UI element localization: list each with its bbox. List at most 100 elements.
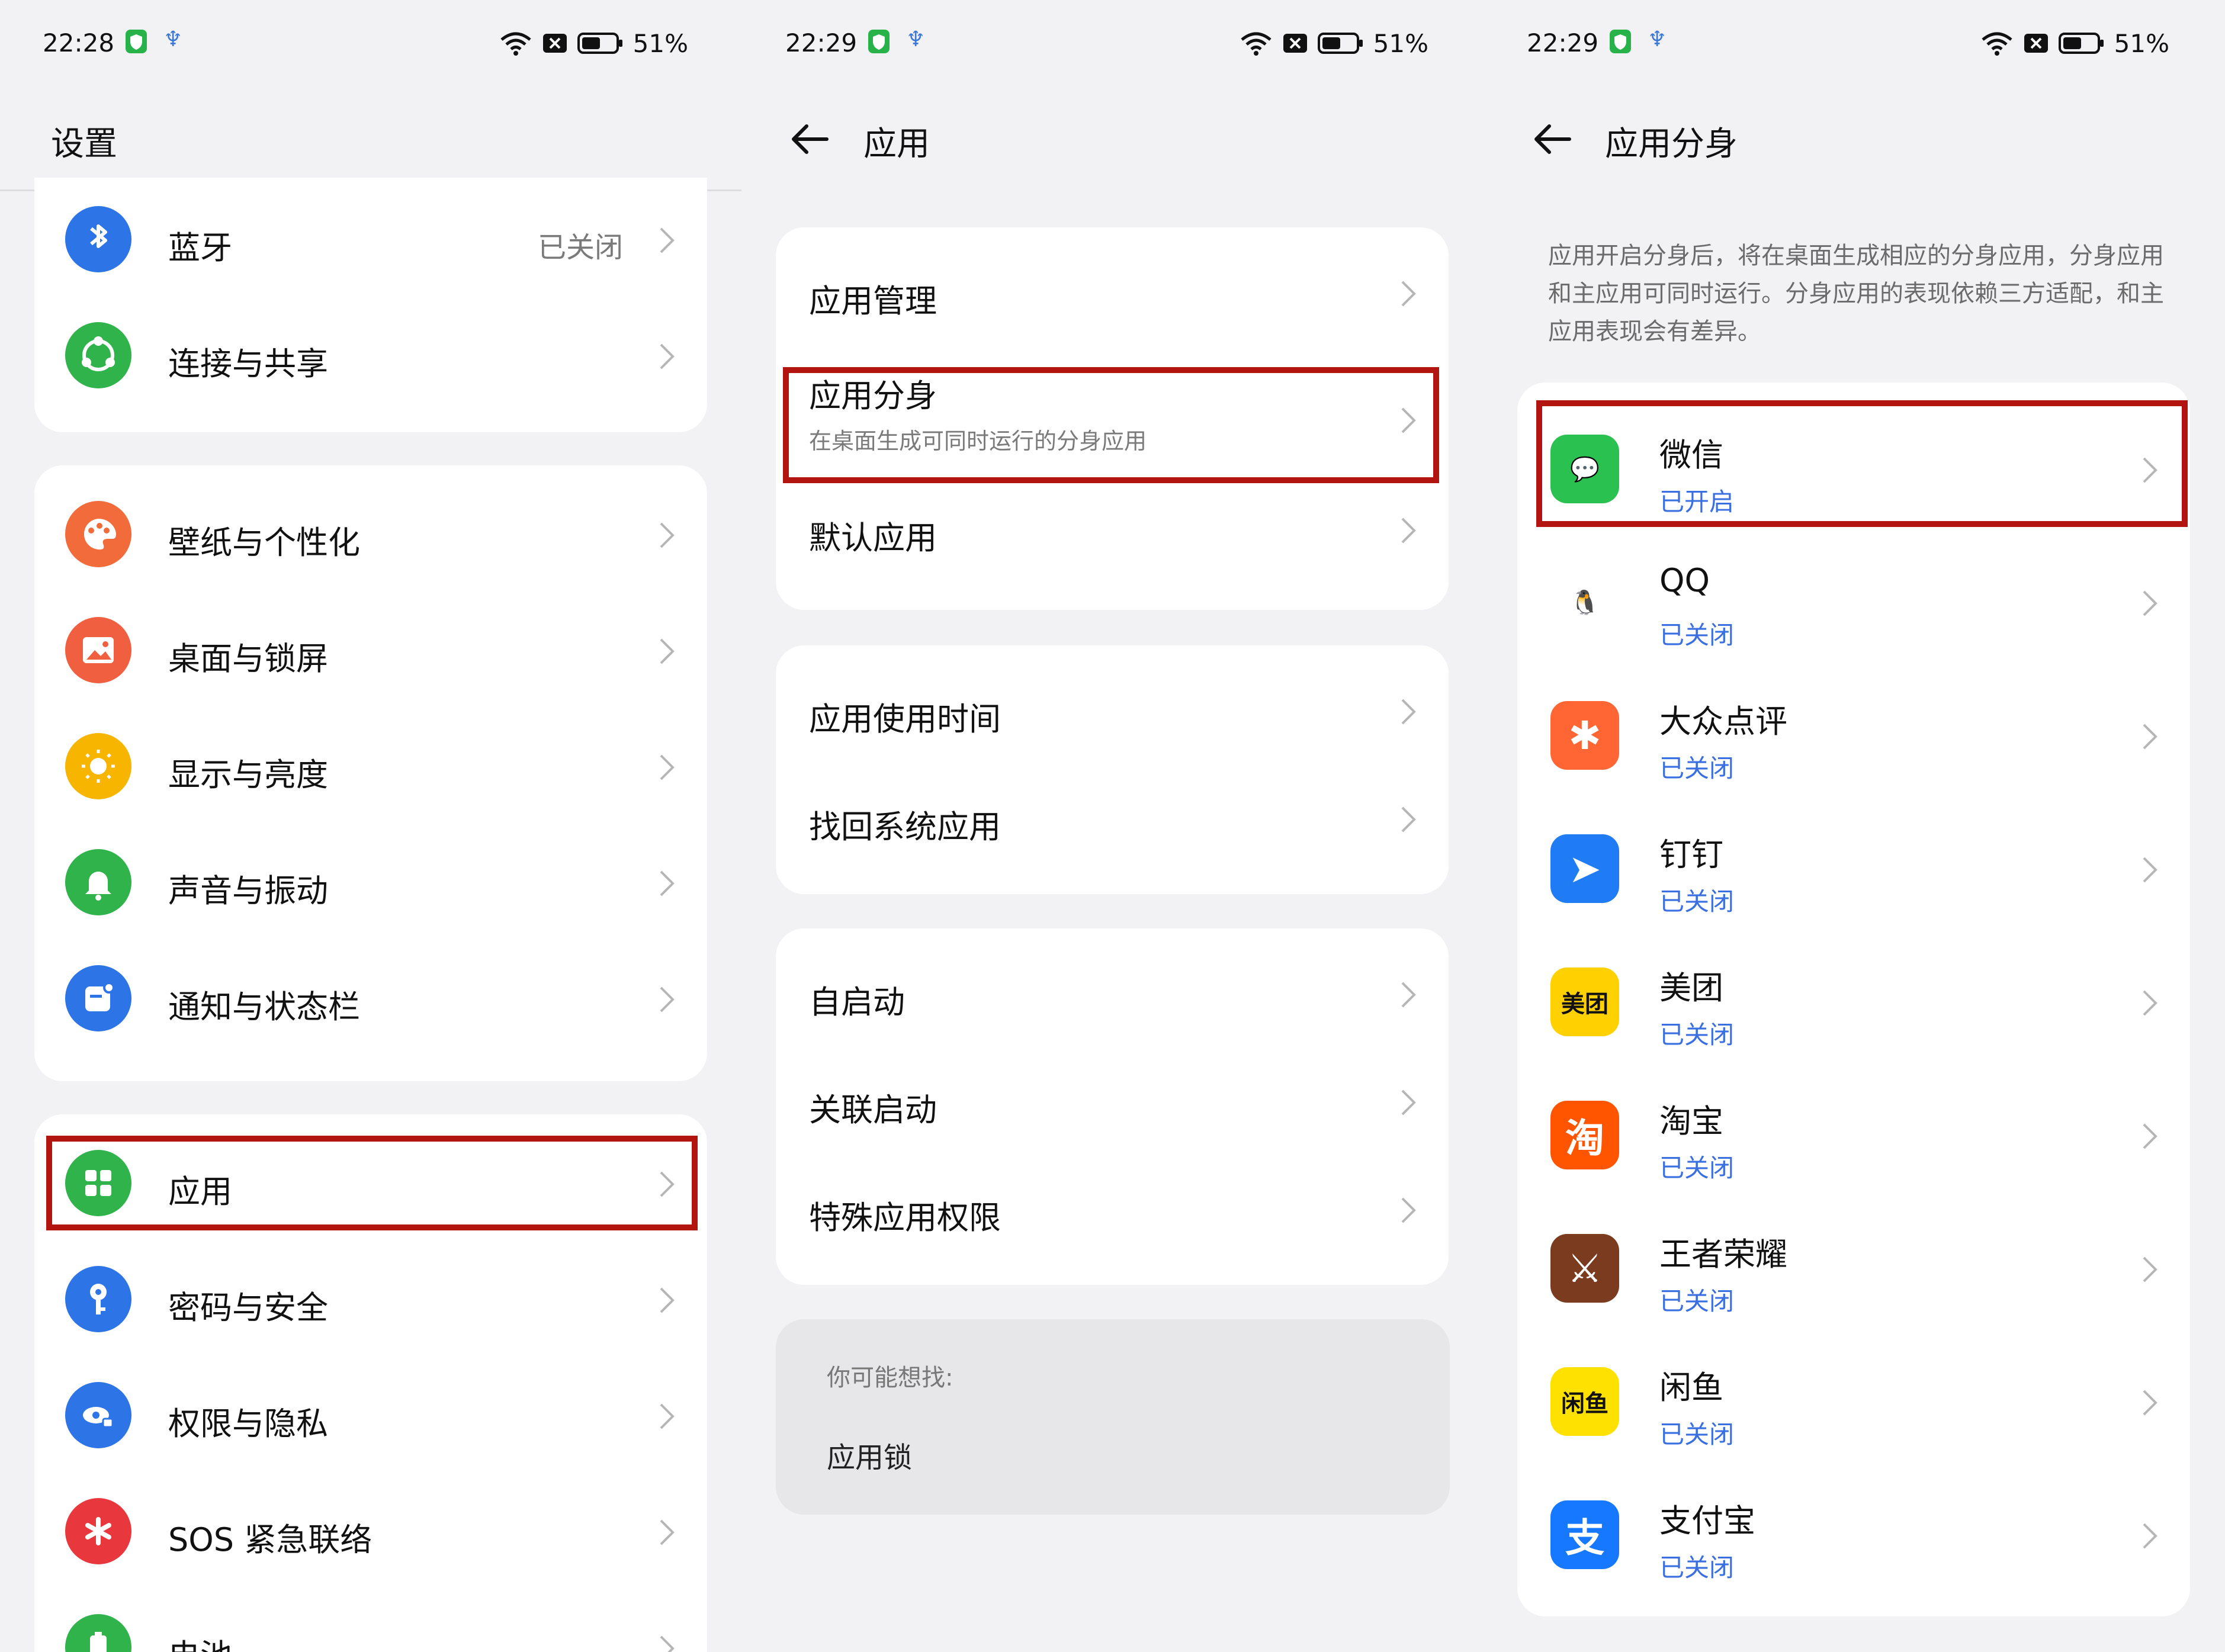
clone-app-list: 💬 微信 已开启 🐧 QQ 已关闭 ✱ 大众点评 已关闭 ➤ 钉钉 已关闭 美团 美团 已关闭淘淘宝 已关闭 ⚔… bbox=[1517, 383, 2190, 1616]
menu-item-auto-start[interactable]: 自启动 bbox=[776, 958, 1449, 1041]
settings-group-personalization: 壁纸与个性化 桌面与锁屏 显示与亮度 声音与振动 通知与状态栏 bbox=[34, 465, 707, 1081]
clone-app-item[interactable]: 🐧 QQ 已关闭 bbox=[1517, 539, 2190, 673]
chevron-right-icon bbox=[660, 1635, 675, 1652]
wifi-icon bbox=[1982, 32, 2012, 56]
settings-item-password-security[interactable]: 密码与安全 bbox=[34, 1261, 707, 1337]
menu-item-recover-system-apps[interactable]: 找回系统应用 bbox=[776, 783, 1449, 866]
chevron-right-icon bbox=[660, 1403, 675, 1429]
clone-app-status: 已关闭 bbox=[1659, 754, 1735, 783]
chevron-right-icon bbox=[660, 1287, 675, 1313]
chevron-right-icon bbox=[1401, 1197, 1416, 1223]
palette-icon bbox=[65, 501, 131, 567]
battery-icon bbox=[1317, 33, 1363, 54]
title-bar: 设置 bbox=[0, 101, 741, 178]
settings-item-battery[interactable]: 电池 bbox=[34, 1609, 707, 1652]
menu-item-label: 特殊应用权限 bbox=[809, 1199, 1001, 1236]
clone-app-item[interactable]: ✱ 大众点评 已关闭 bbox=[1517, 673, 2190, 806]
settings-item-label: 权限与隐私 bbox=[168, 1405, 328, 1442]
chevron-right-icon bbox=[2143, 1123, 2157, 1149]
suggestion-item-app-lock[interactable]: 应用锁 bbox=[827, 1434, 912, 1476]
image-icon bbox=[65, 617, 131, 683]
status-bar: 22:29 ♆ 51% bbox=[741, 0, 1483, 89]
settings-item-label: 电池 bbox=[168, 1629, 232, 1652]
title-bar: 应用 bbox=[741, 101, 1483, 178]
menu-item-label: 应用使用时间 bbox=[809, 700, 1001, 738]
bell-icon bbox=[65, 849, 131, 915]
clone-app-name: 闲鱼 bbox=[1659, 1369, 1723, 1406]
app-clone-panel: 22:29 ♆ 51% 应用分身 应用开启分身后，将在桌面生成相应的分身应用，分… bbox=[1483, 0, 2225, 1652]
chevron-right-icon bbox=[1401, 699, 1416, 725]
clone-app-name: 大众点评 bbox=[1659, 703, 1787, 740]
settings-item-notification-statusbar[interactable]: 通知与状态栏 bbox=[34, 960, 707, 1036]
status-time: 22:29 bbox=[785, 28, 858, 57]
shield-notification-icon bbox=[868, 30, 890, 53]
chevron-right-icon bbox=[660, 986, 675, 1013]
clone-app-name: QQ bbox=[1659, 562, 1710, 599]
chevron-right-icon bbox=[660, 227, 675, 253]
clone-app-item[interactable]: 支 支付宝 已关闭 bbox=[1517, 1472, 2190, 1605]
suggestion-heading: 你可能想找: bbox=[827, 1364, 953, 1391]
alipay-icon: 支 bbox=[1550, 1500, 1619, 1569]
sos-icon bbox=[65, 1498, 131, 1564]
settings-item-wallpaper[interactable]: 壁纸与个性化 bbox=[34, 496, 707, 572]
clone-app-item[interactable]: ⚔ 王者荣耀已关闭 bbox=[1517, 1206, 2190, 1339]
settings-item-label: 连接与共享 bbox=[168, 345, 328, 383]
settings-item-label: 密码与安全 bbox=[168, 1289, 328, 1326]
clone-app-status: 已关闭 bbox=[1659, 1287, 1735, 1316]
clone-app-status: 已关闭 bbox=[1659, 887, 1735, 916]
taobao-icon: 淘 bbox=[1550, 1101, 1619, 1169]
settings-item-desktop-lockscreen[interactable]: 桌面与锁屏 bbox=[34, 612, 707, 688]
apps-panel: 22:29 ♆ 51% 应用 应用管理 应用分身 在桌面生成可同时运行的分身应用 bbox=[741, 0, 1483, 1652]
battery-percent: 51% bbox=[2114, 28, 2169, 58]
menu-item-app-management[interactable]: 应用管理 bbox=[776, 251, 1449, 334]
settings-item-label: 声音与振动 bbox=[168, 872, 328, 909]
menu-item-label: 关联启动 bbox=[809, 1091, 937, 1129]
sim-off-icon bbox=[542, 34, 567, 53]
settings-item-display-brightness[interactable]: 显示与亮度 bbox=[34, 728, 707, 804]
chevron-right-icon bbox=[1401, 518, 1416, 544]
menu-item-special-permissions[interactable]: 特殊应用权限 bbox=[776, 1174, 1449, 1256]
settings-item-sound-vibration[interactable]: 声音与振动 bbox=[34, 844, 707, 920]
highlight-box-app-clone bbox=[783, 367, 1439, 483]
menu-item-default-apps[interactable]: 默认应用 bbox=[776, 488, 1449, 571]
menu-item-app-usage-time[interactable]: 应用使用时间 bbox=[776, 675, 1449, 758]
settings-panel: 22:28 ♆ 51% 设置 蓝牙 已关闭 连接与共享 壁纸与个性化 桌面与锁屏… bbox=[0, 0, 741, 1652]
page-title: 应用 bbox=[863, 125, 930, 163]
back-arrow-icon[interactable] bbox=[789, 118, 830, 160]
clone-app-name: 王者荣耀 bbox=[1659, 1236, 1787, 1273]
clone-app-name: 钉钉 bbox=[1659, 836, 1723, 873]
settings-item-bluetooth[interactable]: 蓝牙 已关闭 bbox=[34, 201, 707, 277]
chevron-right-icon bbox=[2143, 1523, 2157, 1549]
settings-item-connection-sharing[interactable]: 连接与共享 bbox=[34, 317, 707, 393]
clone-app-item[interactable]: 淘 淘宝 已关闭 bbox=[1517, 1072, 2190, 1206]
clone-app-name: 美团 bbox=[1659, 969, 1723, 1007]
clone-app-name: 支付宝 bbox=[1659, 1502, 1755, 1539]
clone-app-item[interactable]: ➤ 钉钉 已关闭 bbox=[1517, 806, 2190, 939]
settings-item-label: SOS 紧急联络 bbox=[168, 1521, 373, 1558]
chevron-right-icon bbox=[1401, 982, 1416, 1008]
battery-percent: 51% bbox=[1373, 28, 1428, 58]
clone-app-item[interactable]: 闲鱼 闲鱼 已关闭 bbox=[1517, 1339, 2190, 1472]
status-right: 51% bbox=[1980, 28, 2169, 58]
menu-item-label: 找回系统应用 bbox=[809, 808, 1001, 846]
highlight-box-apps bbox=[46, 1136, 698, 1230]
status-bar: 22:28 ♆ 51% bbox=[0, 0, 741, 89]
battery-icon bbox=[577, 33, 622, 54]
notification-icon bbox=[65, 965, 131, 1031]
chevron-right-icon bbox=[1401, 1089, 1416, 1116]
settings-item-sos[interactable]: SOS 紧急联络 bbox=[34, 1493, 707, 1569]
status-time: 22:28 bbox=[43, 28, 115, 57]
wifi-icon bbox=[1241, 32, 1272, 56]
settings-item-permissions-privacy[interactable]: 权限与隐私 bbox=[34, 1377, 707, 1453]
menu-item-associated-start[interactable]: 关联启动 bbox=[776, 1066, 1449, 1149]
chevron-right-icon bbox=[2143, 724, 2157, 750]
chevron-right-icon bbox=[660, 870, 675, 896]
clone-app-item[interactable]: 美团 美团 已关闭 bbox=[1517, 939, 2190, 1072]
settings-item-label: 桌面与锁屏 bbox=[168, 640, 328, 677]
honor-of-kings-icon: ⚔ bbox=[1550, 1234, 1619, 1303]
clone-app-status: 已关闭 bbox=[1659, 621, 1735, 650]
privacy-icon bbox=[65, 1382, 131, 1448]
pinyin-notification-icon: ♆ bbox=[163, 27, 183, 52]
status-bar: 22:29 ♆ 51% bbox=[1483, 0, 2225, 89]
back-arrow-icon[interactable] bbox=[1532, 118, 1573, 160]
